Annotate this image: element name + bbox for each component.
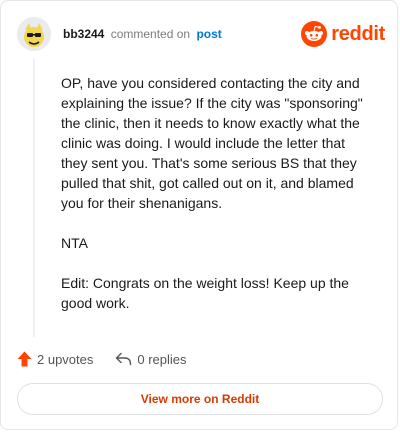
comment-paragraph: Edit: Congrats on the weight loss! Keep … — [61, 275, 349, 311]
comment-embed-card: bb3244 commented on post reddit OP, have… — [0, 0, 398, 430]
brand-wordmark: reddit — [331, 22, 385, 45]
upvote-count: 2 upvotes — [37, 351, 94, 367]
reply-button[interactable]: 0 replies — [115, 351, 187, 367]
reddit-logo[interactable]: reddit — [301, 21, 385, 47]
comment-actions: 2 upvotes 0 replies — [17, 349, 187, 369]
comment-header: bb3244 commented on post reddit — [17, 17, 385, 53]
reddit-alien-icon — [301, 21, 328, 47]
comment-meta: bb3244 commented on post — [63, 27, 222, 41]
upvote-arrow-icon — [17, 351, 32, 367]
action-text: commented on — [110, 27, 191, 41]
upvote-button[interactable]: 2 upvotes — [17, 351, 93, 367]
avatar-icon — [17, 17, 51, 51]
reply-count: 0 replies — [137, 351, 187, 367]
reply-arrow-icon — [116, 352, 132, 366]
comment-body: OP, have you considered contacting the c… — [61, 73, 373, 333]
avatar[interactable] — [17, 17, 51, 51]
view-more-button[interactable]: View more on Reddit — [17, 383, 383, 415]
comment-paragraph: OP, have you considered contacting the c… — [61, 75, 363, 211]
comment-paragraph: NTA — [61, 235, 88, 251]
username[interactable]: bb3244 — [63, 27, 104, 41]
thread-line — [33, 59, 35, 337]
post-link[interactable]: post — [196, 27, 221, 41]
